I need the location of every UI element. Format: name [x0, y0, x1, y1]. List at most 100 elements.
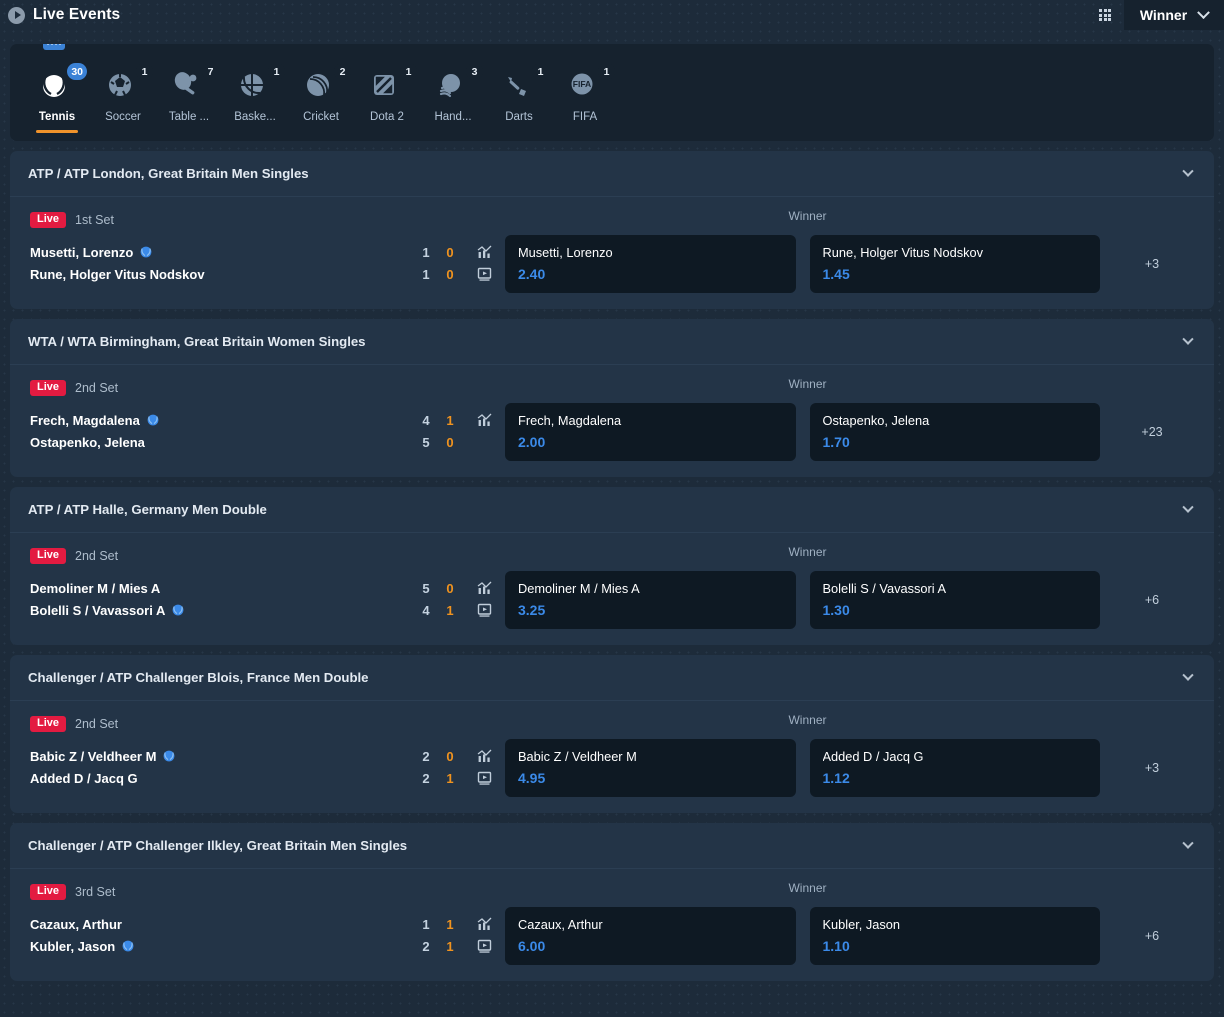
league-header[interactable]: Challenger / ATP Challenger Blois, Franc… [10, 655, 1214, 700]
collapse-toggle[interactable] [1182, 319, 1194, 364]
event-row: Live 2nd Set Frech, Magdalena Ostapenko,… [10, 364, 1214, 477]
league-header[interactable]: WTA / WTA Birmingham, Great Britain Wome… [10, 319, 1214, 364]
odd-button-home[interactable]: Cazaux, Arthur 6.00 [505, 907, 796, 965]
statistics-chart-icon[interactable] [477, 409, 492, 431]
away-games-score: 1 [446, 602, 454, 618]
table-tennis-icon: 7 [169, 63, 219, 102]
odd-button-away[interactable]: Kubler, Jason 1.10 [809, 907, 1100, 965]
away-games-score: 1 [446, 938, 454, 954]
sport-tab-hand[interactable]: 3 Hand... [420, 63, 486, 123]
away-team-name: Rune, Holger Vitus Nodskov [30, 266, 205, 282]
away-sets-score: 4 [422, 602, 430, 618]
collapse-toggle[interactable] [1182, 151, 1194, 196]
market-name: Winner [788, 209, 827, 223]
odd-value: 1.10 [822, 938, 850, 954]
more-markets-button[interactable]: +3 [1100, 235, 1204, 293]
sport-tab-fifa[interactable]: FIFA 1 FIFA [552, 63, 618, 123]
odd-selection-name: Demoliner M / Mies A [518, 581, 640, 596]
home-games-score: 0 [446, 580, 454, 596]
team-names[interactable]: Frech, Magdalena Ostapenko, Jelena [30, 409, 415, 453]
sport-count-badge: 2 [334, 63, 351, 80]
odd-selection-name: Added D / Jacq G [822, 749, 924, 764]
handball-icon: 3 [433, 63, 483, 102]
home-games-score: 1 [446, 412, 454, 428]
odd-value: 1.12 [822, 770, 850, 786]
fifa-icon: FIFA 1 [565, 63, 615, 102]
league-header[interactable]: Challenger / ATP Challenger Ilkley, Grea… [10, 823, 1214, 868]
odd-button-away[interactable]: Rune, Holger Vitus Nodskov 1.45 [809, 235, 1100, 293]
sport-tab-dota2[interactable]: 1 Dota 2 [354, 63, 420, 123]
live-video-icon[interactable] [477, 263, 492, 285]
collapse-toggle[interactable] [1182, 655, 1194, 700]
odd-button-home[interactable]: Musetti, Lorenzo 2.40 [505, 235, 796, 293]
dota2-icon: 1 [367, 63, 417, 102]
live-badge: Live [30, 716, 67, 732]
odd-button-home[interactable]: Demoliner M / Mies A 3.25 [505, 571, 796, 629]
more-markets-button[interactable]: +3 [1100, 739, 1204, 797]
sport-tab-baske[interactable]: 1 Baske... [222, 63, 288, 123]
sports-scroll-indicator[interactable] [43, 44, 65, 50]
sport-tab-soccer[interactable]: 1 Soccer [90, 63, 156, 123]
league-header[interactable]: ATP / ATP London, Great Britain Men Sing… [10, 151, 1214, 196]
more-markets-button[interactable]: +23 [1100, 403, 1204, 461]
score-columns: 5 0 4 1 [415, 577, 463, 621]
grid-view-icon[interactable] [1090, 0, 1120, 30]
team-row-home: Cazaux, Arthur [30, 913, 415, 935]
league-name: Challenger / ATP Challenger Blois, Franc… [28, 670, 369, 685]
collapse-toggle[interactable] [1182, 487, 1194, 532]
live-video-icon[interactable] [477, 767, 492, 789]
statistics-chart-icon[interactable] [477, 241, 492, 263]
sport-tab-darts[interactable]: 1 Darts [486, 63, 552, 123]
odd-value: 1.45 [822, 266, 850, 282]
live-video-icon[interactable] [477, 599, 492, 621]
sport-tab-cricket[interactable]: 2 Cricket [288, 63, 354, 123]
odd-button-home[interactable]: Babic Z / Veldheer M 4.95 [505, 739, 796, 797]
away-team-name: Ostapenko, Jelena [30, 434, 145, 450]
sport-count-badge: 1 [400, 63, 417, 80]
team-names[interactable]: Musetti, Lorenzo Rune, Holger Vitus Nods… [30, 241, 415, 285]
sports-list: 30 Tennis 1 Soccer 7 Table ... 1 Baske..… [10, 44, 1214, 133]
sport-tab-label: Darts [505, 111, 533, 123]
away-games-score: 0 [446, 266, 454, 282]
live-badge: Live [30, 884, 67, 900]
statistics-chart-icon[interactable] [477, 913, 492, 935]
away-games-score: 0 [446, 434, 454, 450]
away-games-score: 1 [446, 770, 454, 786]
league-header[interactable]: ATP / ATP Halle, Germany Men Double [10, 487, 1214, 532]
away-sets-score: 2 [422, 770, 430, 786]
app-header-right: Winner [1090, 0, 1224, 30]
team-row-away: Ostapenko, Jelena [30, 431, 415, 453]
odds-area: Winner Musetti, Lorenzo 2.40 Rune, Holge… [505, 209, 1214, 293]
away-team-name: Kubler, Jason [30, 938, 116, 954]
odd-button-away[interactable]: Ostapenko, Jelena 1.70 [809, 403, 1100, 461]
set-label: 2nd Set [75, 717, 119, 731]
sport-tab-tennis[interactable]: 30 Tennis [24, 63, 90, 133]
odd-button-away[interactable]: Added D / Jacq G 1.12 [809, 739, 1100, 797]
odd-selection-name: Ostapenko, Jelena [822, 413, 930, 428]
team-names[interactable]: Demoliner M / Mies A Bolelli S / Vavasso… [30, 577, 415, 621]
odd-button-home[interactable]: Frech, Magdalena 2.00 [505, 403, 796, 461]
sport-tab-table[interactable]: 7 Table ... [156, 63, 222, 123]
statistics-chart-icon[interactable] [477, 745, 492, 767]
home-games-score: 0 [446, 748, 454, 764]
sport-count-badge: 3 [466, 63, 483, 80]
more-markets-button[interactable]: +6 [1100, 571, 1204, 629]
more-markets-button[interactable]: +6 [1100, 907, 1204, 965]
odd-value: 3.25 [518, 602, 546, 618]
collapse-toggle[interactable] [1182, 823, 1194, 868]
team-names[interactable]: Babic Z / Veldheer M Added D / Jacq G [30, 745, 415, 789]
team-names[interactable]: Cazaux, Arthur Kubler, Jason [30, 913, 415, 957]
market-selector[interactable]: Winner [1124, 0, 1224, 30]
home-games-score: 0 [446, 244, 454, 260]
sport-count-badge: 1 [598, 63, 615, 80]
tennis-ball-icon: 30 [37, 63, 87, 102]
cricket-ball-icon: 2 [301, 63, 351, 102]
odd-button-away[interactable]: Bolelli S / Vavassori A 1.30 [809, 571, 1100, 629]
sport-count-badge: 1 [268, 63, 285, 80]
statistics-chart-icon[interactable] [477, 577, 492, 599]
odds-buttons: Babic Z / Veldheer M 4.95 Added D / Jacq… [505, 739, 1100, 797]
home-sets-score: 1 [422, 244, 430, 260]
event-row: Live 1st Set Musetti, Lorenzo Rune, Holg… [10, 196, 1214, 309]
live-video-icon[interactable] [477, 935, 492, 957]
away-team-name: Added D / Jacq G [30, 770, 138, 786]
